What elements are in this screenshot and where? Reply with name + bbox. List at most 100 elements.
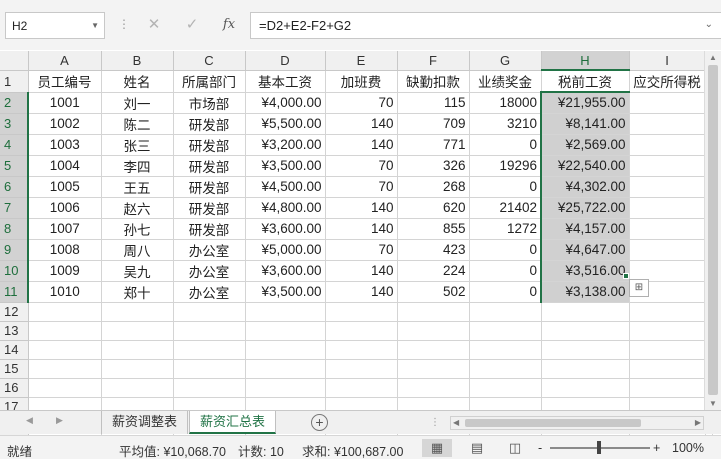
cell[interactable] bbox=[541, 302, 630, 322]
cell[interactable] bbox=[469, 302, 542, 322]
scroll-right-icon[interactable]: ▶ bbox=[695, 417, 701, 429]
cell[interactable] bbox=[629, 260, 706, 282]
cell[interactable] bbox=[629, 321, 706, 341]
cell[interactable] bbox=[629, 378, 706, 398]
tab-salary-summary[interactable]: 薪资汇总表 bbox=[189, 411, 277, 434]
column-title-cell[interactable]: 所属部门 bbox=[173, 70, 246, 93]
cell[interactable] bbox=[541, 378, 630, 398]
cell[interactable]: 21402 bbox=[469, 197, 542, 219]
scroll-up-icon[interactable]: ▲ bbox=[709, 53, 717, 62]
cell[interactable]: 19296 bbox=[469, 155, 542, 177]
selected-cell[interactable]: ¥4,157.00 bbox=[540, 218, 630, 240]
cell[interactable]: 140 bbox=[325, 197, 398, 219]
cell[interactable]: 1005 bbox=[28, 176, 102, 198]
column-header-b[interactable]: B bbox=[101, 51, 174, 71]
worksheet-grid[interactable]: ABCDEFGHI 1 员工编号 姓名 所属部门 基本工资 加班费 缺勤扣款 业绩奖金 税前工资… bbox=[0, 51, 713, 436]
cell[interactable]: 0 bbox=[469, 134, 542, 156]
selected-cell[interactable]: ¥2,569.00 bbox=[540, 134, 630, 156]
cell[interactable] bbox=[629, 176, 706, 198]
cell[interactable] bbox=[173, 321, 246, 341]
cell[interactable]: ¥4,500.00 bbox=[245, 176, 326, 198]
cell[interactable] bbox=[101, 321, 174, 341]
cell[interactable]: 1009 bbox=[28, 260, 102, 282]
prev-sheet-icon[interactable]: ◀ bbox=[26, 415, 33, 426]
cell[interactable] bbox=[28, 378, 102, 398]
vertical-scrollbar[interactable]: ▲ ▼ bbox=[704, 51, 721, 410]
zoom-slider-thumb[interactable] bbox=[597, 441, 601, 454]
column-title-cell[interactable]: 业绩奖金 bbox=[469, 70, 542, 93]
name-box[interactable]: H2 ▼ bbox=[5, 12, 105, 39]
cell[interactable]: 140 bbox=[325, 134, 398, 156]
column-header-e[interactable]: E bbox=[325, 51, 398, 71]
insert-function-icon[interactable]: fx bbox=[217, 14, 241, 36]
column-title-cell[interactable]: 员工编号 bbox=[28, 70, 102, 93]
selected-cell[interactable]: ¥8,141.00 bbox=[540, 113, 630, 135]
cell[interactable] bbox=[629, 155, 706, 177]
zoom-level[interactable]: 100% bbox=[672, 441, 704, 455]
cell[interactable] bbox=[397, 378, 470, 398]
cell[interactable] bbox=[541, 321, 630, 341]
cell[interactable]: 18000 bbox=[469, 92, 542, 114]
column-header-f[interactable]: F bbox=[397, 51, 470, 71]
cell[interactable]: 140 bbox=[325, 113, 398, 135]
column-header-a[interactable]: A bbox=[28, 51, 102, 71]
cell[interactable]: 1003 bbox=[28, 134, 102, 156]
cell[interactable]: 研发部 bbox=[173, 113, 246, 135]
cell[interactable]: ¥4,800.00 bbox=[245, 197, 326, 219]
row-header[interactable]: 4 bbox=[0, 134, 29, 156]
cell[interactable]: 研发部 bbox=[173, 155, 246, 177]
cell[interactable]: 326 bbox=[397, 155, 470, 177]
cell[interactable]: ¥3,600.00 bbox=[245, 218, 326, 240]
selected-cell[interactable]: ¥22,540.00 bbox=[540, 155, 630, 177]
cell[interactable] bbox=[629, 134, 706, 156]
vertical-scroll-thumb[interactable] bbox=[708, 65, 718, 395]
column-title-cell[interactable]: 加班费 bbox=[325, 70, 398, 93]
cell[interactable] bbox=[245, 321, 326, 341]
normal-view-button[interactable]: ▦ bbox=[422, 439, 452, 457]
cell[interactable] bbox=[101, 378, 174, 398]
cell[interactable]: 709 bbox=[397, 113, 470, 135]
column-header-g[interactable]: G bbox=[469, 51, 542, 71]
zoom-out-button[interactable]: - bbox=[538, 441, 542, 455]
cell[interactable]: 李四 bbox=[101, 155, 174, 177]
cell[interactable] bbox=[629, 302, 706, 322]
cell[interactable] bbox=[173, 340, 246, 360]
next-sheet-icon[interactable]: ▶ bbox=[56, 415, 63, 426]
more-options-icon[interactable]: ⋮ bbox=[118, 18, 130, 30]
cell[interactable] bbox=[325, 321, 398, 341]
row-header[interactable]: 13 bbox=[0, 321, 29, 341]
row-header[interactable]: 9 bbox=[0, 239, 29, 261]
cell[interactable]: 224 bbox=[397, 260, 470, 282]
cell[interactable] bbox=[629, 92, 706, 114]
cell[interactable]: 70 bbox=[325, 176, 398, 198]
selected-cell[interactable]: ¥3,516.00 bbox=[540, 260, 630, 282]
row-header[interactable]: 2 bbox=[0, 92, 29, 114]
column-title-cell[interactable]: 缺勤扣款 bbox=[397, 70, 470, 93]
cell[interactable]: ¥3,500.00 bbox=[245, 155, 326, 177]
cell[interactable]: 70 bbox=[325, 155, 398, 177]
tab-splitter-icon[interactable]: ⋮ bbox=[430, 417, 440, 428]
cell[interactable] bbox=[629, 340, 706, 360]
cell[interactable]: 140 bbox=[325, 218, 398, 240]
cell[interactable] bbox=[101, 302, 174, 322]
cell[interactable] bbox=[245, 302, 326, 322]
cancel-icon[interactable]: ✕ bbox=[142, 14, 166, 36]
zoom-in-button[interactable]: + bbox=[653, 441, 660, 455]
cell[interactable]: 1004 bbox=[28, 155, 102, 177]
cell[interactable] bbox=[469, 378, 542, 398]
tab-salary-adjustment[interactable]: 薪资调整表 bbox=[101, 411, 189, 434]
expand-formula-bar-icon[interactable]: ⌄ bbox=[705, 19, 713, 30]
cell[interactable]: 140 bbox=[325, 260, 398, 282]
cell[interactable]: 268 bbox=[397, 176, 470, 198]
row-header[interactable]: 1 bbox=[0, 70, 29, 93]
cell[interactable] bbox=[101, 340, 174, 360]
cell[interactable] bbox=[629, 359, 706, 379]
horizontal-scroll-thumb[interactable] bbox=[465, 419, 641, 427]
cell[interactable] bbox=[469, 359, 542, 379]
cell[interactable] bbox=[173, 359, 246, 379]
row-header[interactable]: 3 bbox=[0, 113, 29, 135]
cell[interactable] bbox=[28, 359, 102, 379]
row-header[interactable]: 6 bbox=[0, 176, 29, 198]
cell[interactable]: 140 bbox=[325, 281, 398, 303]
cell[interactable]: ¥3,600.00 bbox=[245, 260, 326, 282]
